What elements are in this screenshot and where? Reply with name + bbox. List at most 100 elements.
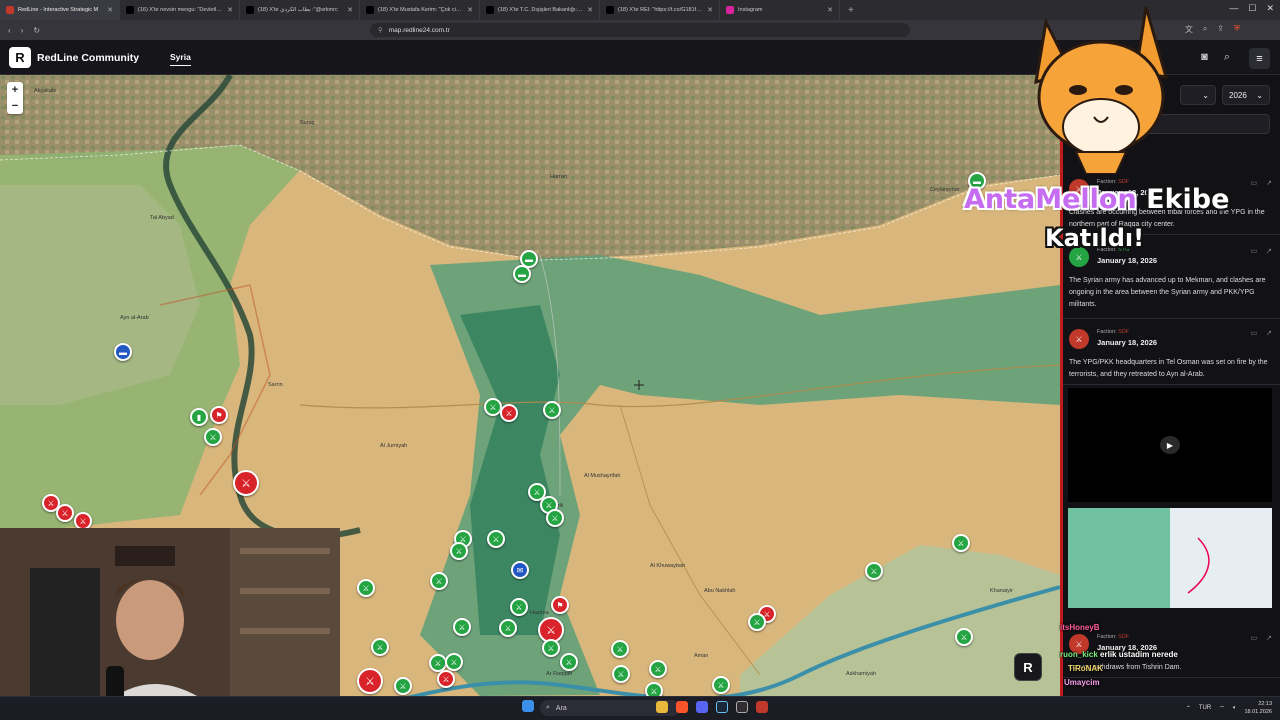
close-tab-icon[interactable]: ✕ bbox=[467, 6, 473, 14]
event-card[interactable]: ⚔ Faction: STG January 18, 2026 ▭ ↗ The S… bbox=[1063, 241, 1280, 319]
tray-clock[interactable]: 22:13 18.01.2026 bbox=[1244, 700, 1272, 716]
map-marker[interactable]: ⚔ bbox=[612, 665, 630, 683]
external-link-icon[interactable]: ↗ bbox=[1266, 179, 1272, 187]
close-tab-icon[interactable]: ✕ bbox=[227, 6, 233, 14]
map-marker[interactable]: ⚔ bbox=[450, 542, 468, 560]
map-marker[interactable]: ⚔ bbox=[357, 579, 375, 597]
map-marker[interactable]: ⚔ bbox=[204, 428, 222, 446]
map-marker[interactable]: ⚔ bbox=[357, 668, 383, 694]
menu-button[interactable]: ≡ bbox=[1249, 48, 1270, 69]
file-explorer-icon[interactable] bbox=[656, 701, 668, 713]
map-marker[interactable]: ⚔ bbox=[748, 613, 766, 631]
close-window-icon[interactable]: ✕ bbox=[1266, 3, 1274, 14]
close-tab-icon[interactable]: ✕ bbox=[347, 6, 353, 14]
app-icon[interactable] bbox=[756, 701, 768, 713]
close-tab-icon[interactable]: ✕ bbox=[107, 6, 113, 14]
close-tab-icon[interactable]: ✕ bbox=[587, 6, 593, 14]
card-actions: ▭ ↗ bbox=[1251, 634, 1273, 642]
map-marker[interactable]: ▬ bbox=[513, 265, 531, 283]
external-link-icon[interactable]: ↗ bbox=[1266, 329, 1272, 337]
map-marker[interactable]: ⚔ bbox=[437, 670, 455, 688]
browser-tab[interactable]: RedLine - Interactive Strategic M ✕ bbox=[0, 0, 120, 20]
zoom-in-button[interactable]: + bbox=[12, 84, 18, 96]
map-marker[interactable]: ⚔ bbox=[865, 562, 883, 580]
brave-shield-icon[interactable]: ⛨ bbox=[1234, 24, 1240, 35]
map-marker[interactable]: ⚔ bbox=[542, 639, 560, 657]
map-marker[interactable]: ⚔ bbox=[611, 640, 629, 658]
url-field[interactable]: ⚲ map.redline24.com.tr bbox=[370, 23, 910, 37]
site-info-icon[interactable]: ⚲ bbox=[378, 26, 383, 34]
browser-tab[interactable]: Instagram ✕ bbox=[720, 0, 840, 20]
app-logo[interactable]: R bbox=[9, 47, 31, 68]
map-marker[interactable]: ⚔ bbox=[430, 572, 448, 590]
zoom-icon[interactable]: ⌕ bbox=[1203, 24, 1207, 35]
forward-icon[interactable]: › bbox=[21, 26, 24, 35]
camera-icon[interactable]: ◙ bbox=[1201, 51, 1208, 64]
map-marker[interactable]: ⚑ bbox=[551, 596, 569, 614]
map-marker[interactable]: ⚔ bbox=[56, 504, 74, 522]
media-icon[interactable]: ▭ bbox=[1251, 179, 1258, 187]
map-marker[interactable]: ⚔ bbox=[546, 509, 564, 527]
share-icon[interactable]: ⇪ bbox=[1217, 24, 1224, 35]
media-icon[interactable]: ▭ bbox=[1251, 634, 1258, 642]
map-marker[interactable]: ⚔ bbox=[712, 676, 730, 694]
tab-title: (16) X'te nevsin mengu: "Devletler d bbox=[138, 7, 224, 13]
map-marker[interactable]: ⚔ bbox=[543, 401, 561, 419]
volume-icon[interactable]: 🔈︎ bbox=[1233, 705, 1237, 712]
map-marker[interactable]: ⚔ bbox=[233, 470, 259, 496]
event-card[interactable]: ⚔ Faction: SDF January 18, 2026 ▭ ↗ The Y… bbox=[1063, 323, 1280, 385]
reload-icon[interactable]: ↻ bbox=[33, 26, 40, 35]
brave-browser-icon[interactable] bbox=[676, 701, 688, 713]
map-marker[interactable]: ⚔ bbox=[510, 598, 528, 616]
chat-username: ruon_kick bbox=[1060, 650, 1098, 659]
map-marker[interactable]: ⚔ bbox=[445, 653, 463, 671]
windows-start-icon[interactable] bbox=[522, 700, 534, 712]
external-link-icon[interactable]: ↗ bbox=[1266, 634, 1272, 642]
map-marker[interactable]: ⚔ bbox=[645, 682, 663, 696]
external-link-icon[interactable]: ↗ bbox=[1266, 247, 1272, 255]
media-icon[interactable]: ▭ bbox=[1251, 329, 1258, 337]
map-marker[interactable]: ▮ bbox=[190, 408, 208, 426]
tray-lang[interactable]: TUR bbox=[1199, 705, 1211, 711]
map-marker[interactable]: ⚔ bbox=[487, 530, 505, 548]
steam-icon[interactable] bbox=[716, 701, 728, 713]
tray-date: 18.01.2026 bbox=[1244, 709, 1272, 715]
map-marker[interactable]: ⚔ bbox=[560, 653, 578, 671]
browser-tab[interactable]: (18) X'te Mustafa Kerim: "Çok ciddi i ✕ bbox=[360, 0, 480, 20]
map-marker[interactable]: ⚔ bbox=[952, 534, 970, 552]
browser-tab[interactable]: (18) X'te بطاب الكردي :"@srkmrc ✕ bbox=[240, 0, 360, 20]
search-icon[interactable]: ⌕ bbox=[1224, 51, 1230, 64]
discord-icon[interactable] bbox=[696, 701, 708, 713]
map-marker[interactable]: ⚔ bbox=[500, 404, 518, 422]
map-marker[interactable]: ⚔ bbox=[394, 677, 412, 695]
map-marker[interactable]: ⚔ bbox=[453, 618, 471, 636]
browser-tab[interactable]: (18) X'te T.C. Dışişleri Bakanlığı: "Sur… bbox=[480, 0, 600, 20]
map-marker[interactable]: ⚔ bbox=[649, 660, 667, 678]
obs-icon[interactable] bbox=[736, 701, 748, 713]
minimize-icon[interactable]: — bbox=[1229, 3, 1238, 14]
browser-tab[interactable]: (18) X'te REI: "https://t.co/G181fDVi ✕ bbox=[600, 0, 720, 20]
year-select[interactable]: 2026 ⌄ bbox=[1222, 85, 1270, 105]
back-icon[interactable]: ‹ bbox=[8, 26, 11, 35]
tab-syria[interactable]: Syria bbox=[170, 52, 191, 66]
media-icon[interactable]: ▭ bbox=[1251, 247, 1258, 255]
map-marker[interactable]: ⚑ bbox=[210, 406, 228, 424]
map-marker[interactable]: ⚔ bbox=[499, 619, 517, 637]
new-tab-button[interactable]: + bbox=[848, 5, 854, 16]
map-marker[interactable]: ⚔ bbox=[955, 628, 973, 646]
play-icon[interactable]: ▶ bbox=[1160, 436, 1180, 454]
zoom-out-button[interactable]: − bbox=[12, 100, 18, 112]
browser-tab[interactable]: (16) X'te nevsin mengu: "Devletler d ✕ bbox=[120, 0, 240, 20]
maximize-icon[interactable]: ☐ bbox=[1248, 3, 1256, 14]
map-marker[interactable]: ⚔ bbox=[371, 638, 389, 656]
filter-select[interactable]: ⌄ bbox=[1180, 85, 1216, 105]
close-tab-icon[interactable]: ✕ bbox=[707, 6, 713, 14]
map-marker[interactable]: ✉ bbox=[511, 561, 529, 579]
map-marker[interactable]: ▬ bbox=[114, 343, 132, 361]
translate-icon[interactable]: 文 bbox=[1185, 24, 1193, 35]
taskbar-apps bbox=[656, 701, 768, 713]
app-brand[interactable]: RedLine Community bbox=[37, 52, 139, 64]
wifi-icon[interactable]: ⌔ bbox=[1219, 704, 1225, 712]
tray-chevron-icon[interactable]: ⌃ bbox=[1186, 705, 1191, 712]
close-tab-icon[interactable]: ✕ bbox=[827, 6, 833, 14]
